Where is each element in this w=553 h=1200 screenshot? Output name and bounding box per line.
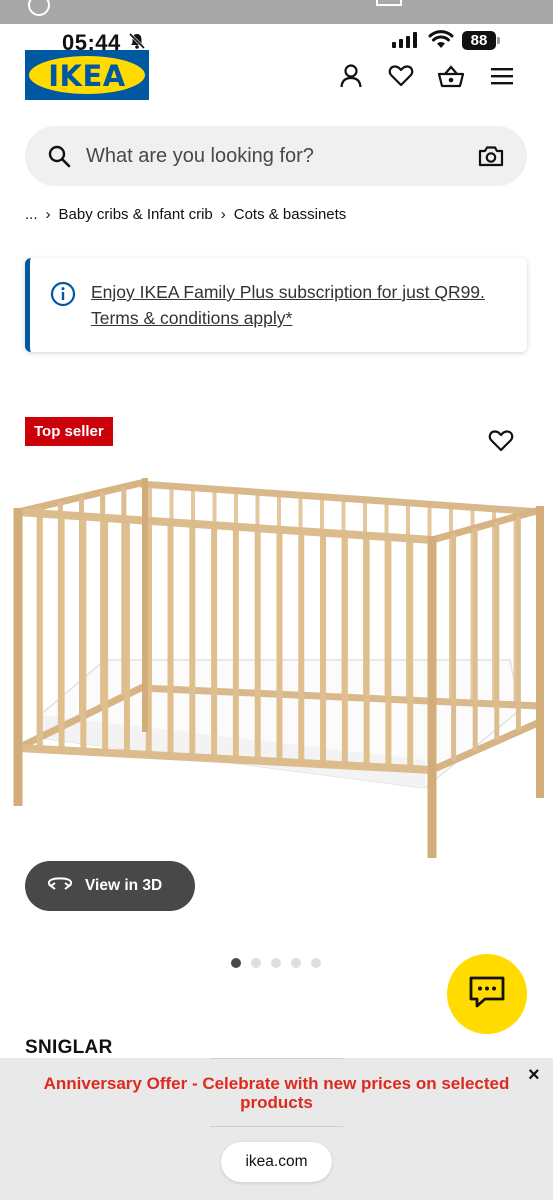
breadcrumb-ellipsis[interactable]: ... [25, 206, 38, 223]
product-image[interactable] [0, 470, 553, 862]
top-strip [0, 0, 553, 24]
globe-icon [28, 0, 50, 16]
view-in-3d-label: View in 3D [85, 877, 163, 894]
carousel-dot[interactable] [231, 958, 241, 968]
image-carousel-dots[interactable] [231, 958, 321, 968]
info-icon [50, 281, 76, 312]
product-name: SNIGLAR [25, 1037, 113, 1058]
camera-icon[interactable] [478, 144, 504, 173]
divider [210, 1126, 343, 1127]
carousel-dot[interactable] [271, 958, 281, 968]
carousel-dot[interactable] [251, 958, 261, 968]
anniversary-offer-text[interactable]: Anniversary Offer - Celebrate with new p… [20, 1074, 533, 1112]
breadcrumb: ... › Baby cribs & Infant crib › Cots & … [25, 206, 346, 223]
heart-icon[interactable] [387, 62, 415, 90]
menu-icon[interactable] [488, 62, 516, 90]
carousel-dot[interactable] [311, 958, 321, 968]
chevron-right-icon: › [45, 206, 51, 223]
top-seller-badge: Top seller [25, 417, 113, 446]
chevron-right-icon: › [220, 206, 226, 223]
close-icon[interactable]: × [528, 1064, 540, 1087]
family-plus-notice: Enjoy IKEA Family Plus subscription for … [25, 258, 527, 352]
chat-button[interactable] [447, 954, 527, 1034]
divider [210, 1058, 343, 1059]
battery-level: 88 [462, 31, 496, 50]
battery-tip [497, 37, 500, 44]
wifi-icon [428, 30, 454, 55]
chat-bubble-icon [467, 974, 507, 1015]
url-bar[interactable]: ikea.com [221, 1142, 332, 1182]
view-in-3d-button[interactable]: View in 3D [25, 861, 195, 911]
search-icon [47, 144, 71, 173]
carousel-dot[interactable] [291, 958, 301, 968]
crib-illustration [13, 478, 544, 858]
user-icon[interactable] [337, 62, 365, 90]
search-input[interactable]: What are you looking for? [86, 145, 314, 168]
breadcrumb-item-baby-cribs[interactable]: Baby cribs & Infant crib [59, 206, 213, 223]
basket-icon[interactable] [437, 62, 465, 90]
grid-icon [376, 0, 402, 6]
anniversary-banner: Anniversary Offer - Celebrate with new p… [0, 1058, 553, 1200]
ikea-logo[interactable]: IKEA [25, 50, 149, 100]
add-to-wishlist-heart-icon[interactable] [488, 429, 514, 458]
family-plus-link[interactable]: Enjoy IKEA Family Plus subscription for … [91, 279, 521, 331]
signal-icon [392, 32, 417, 48]
breadcrumb-item-cots[interactable]: Cots & bassinets [234, 206, 347, 223]
rotate-3d-icon [47, 875, 73, 898]
logo-text: IKEA [48, 59, 126, 93]
search-bar[interactable]: What are you looking for? [25, 126, 527, 186]
